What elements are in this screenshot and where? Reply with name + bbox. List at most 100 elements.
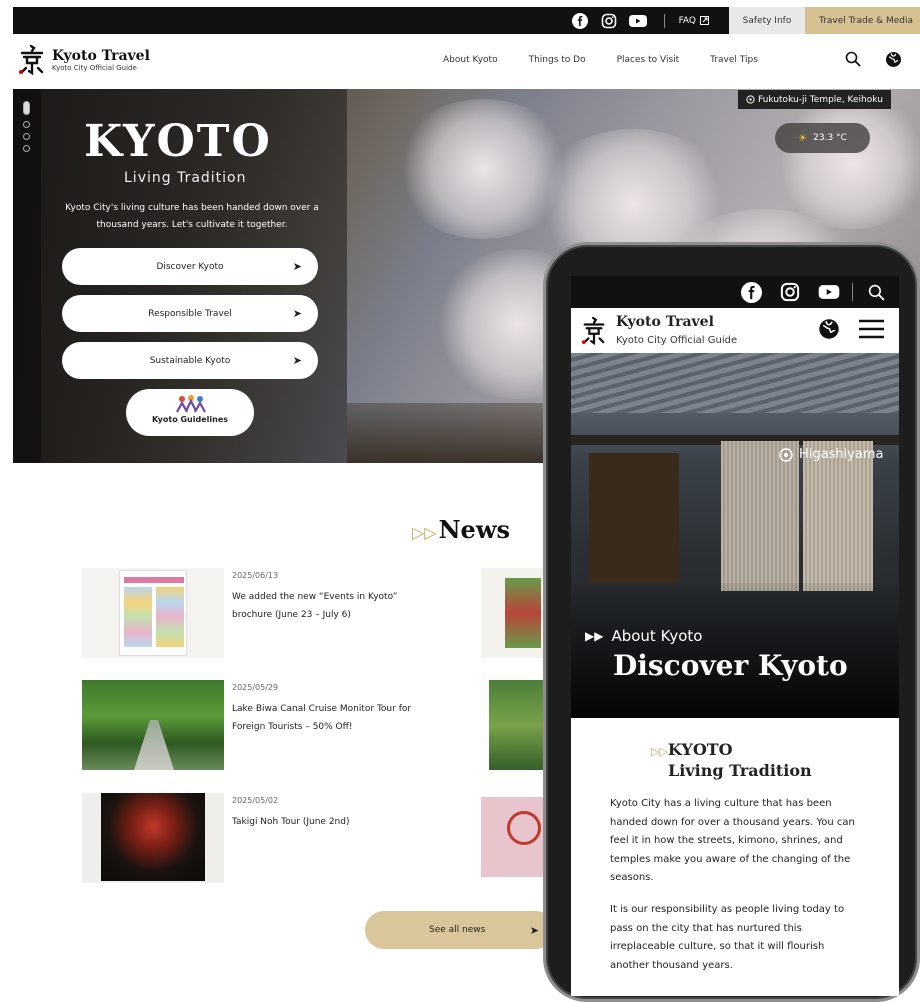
about-label: About Kyoto [611,627,703,645]
phone-site-subtitle: Kyoto City Official Guide [616,335,738,346]
hero-intro: Kyoto City's living culture has been han… [65,203,319,230]
sun-icon: ☀ [798,132,808,144]
news-title-link[interactable]: We added the new “Events in Kyoto” broch… [232,588,432,624]
facebook-icon[interactable] [740,281,762,303]
double-arrow-icon: ▶▶ [585,629,604,643]
hero-location-badge: Fukutoku-ji Temple, Keihoku [738,90,891,109]
guidelines-label: Kyoto Guidelines [151,415,229,424]
blossom-cluster [773,99,920,229]
main-nav: About Kyoto Things to Do Places to Visit… [443,34,789,86]
heading-marker-icon: ▷▷ [651,745,668,758]
phone-section-subtitle: Living Tradition [668,761,812,780]
location-pin-icon [746,95,755,104]
slide-dot[interactable] [23,121,30,128]
site-header: Kyoto Travel Kyoto City Official Guide A… [13,34,920,86]
sustainable-kyoto-button[interactable]: Sustainable Kyoto ➤ [62,342,318,379]
hero-slide-indicator [13,89,41,463]
see-all-label: See all news [429,925,486,935]
phone-hero-image: Higashiyama ▶▶ About Kyoto Discover Kyot… [571,353,899,718]
facebook-icon[interactable] [571,12,589,30]
search-icon[interactable] [842,48,864,70]
news-image [505,578,541,648]
button-label: Discover Kyoto [156,261,224,272]
nav-about-kyoto[interactable]: About Kyoto [443,55,498,65]
youtube-icon[interactable] [628,12,647,30]
arrow-right-icon: ➤ [292,307,302,320]
news-heading-label: News [438,515,510,544]
news-thumbnail[interactable] [481,568,551,658]
kyoto-logo-mark-icon[interactable] [581,316,607,346]
roof-tiles [571,353,899,413]
news-date: 2025/05/29 [232,683,279,692]
nav-travel-tips[interactable]: Travel Tips [710,55,758,65]
button-label: Sustainable Kyoto [149,355,231,366]
noh-poster-image [101,793,205,881]
youtube-icon[interactable] [818,281,840,303]
weather-badge: ☀ 23.3 °C [775,123,870,153]
people-icon [176,395,206,413]
responsible-travel-button[interactable]: Responsible Travel ➤ [62,295,318,332]
noren-curtain [803,441,873,591]
wooden-doorway [589,453,679,583]
page: FAQ Safety Info Travel Trade & Media Kyo… [0,0,920,1002]
heading-marker-icon: ▷▷ [412,523,437,542]
news-thumbnail[interactable] [82,680,224,770]
external-link-icon [700,16,709,25]
nav-places-to-visit[interactable]: Places to Visit [617,55,680,65]
news-heading: ▷▷News [412,515,510,544]
search-icon[interactable] [865,281,887,303]
arrow-right-icon: ➤ [292,260,302,273]
arrow-right-icon: ➤ [529,923,539,937]
nav-things-to-do[interactable]: Things to Do [529,55,586,65]
brochure-image [119,570,187,656]
news-title-link[interactable]: Takigi Noh Tour (June 2nd) [232,813,432,831]
section-title-kyoto: KYOTO [667,740,733,759]
kyoto-guidelines-button[interactable]: Kyoto Guidelines [126,389,254,436]
phone-site-title[interactable]: Kyoto Travel [616,314,714,330]
news-thumbnail[interactable] [489,680,551,770]
discover-kyoto-button[interactable]: Discover Kyoto ➤ [62,248,318,285]
discover-kyoto-title: Discover Kyoto [613,649,848,682]
topbar-divider [852,283,853,301]
phone-location-label: Higashiyama [799,447,884,462]
hamburger-menu-icon[interactable] [858,319,885,339]
temperature-label: 23.3 °C [813,133,847,143]
kyoto-logo-mark-icon [19,44,44,76]
phone-top-bar [571,276,899,308]
location-pin-icon [779,447,793,462]
location-label: Fukutoku-ji Temple, Keihoku [758,94,883,105]
phone-location-badge: Higashiyama [779,447,884,462]
instagram-icon[interactable] [779,281,801,303]
phone-paragraph-2: It is our responsibility as people livin… [610,904,845,971]
site-logo[interactable]: Kyoto Travel Kyoto City Official Guide [18,44,150,76]
language-globe-icon[interactable] [882,48,904,70]
hero-subtitle: Living Tradition [124,170,247,186]
canal-image [134,720,174,770]
top-utility-bar: FAQ Safety Info Travel Trade & Media [13,7,920,34]
phone-intro-section: ▷▷KYOTO Living Tradition Kyoto City has … [571,718,899,996]
see-all-news-button[interactable]: See all news ➤ [365,911,555,949]
topbar-divider [663,13,665,28]
news-title-link[interactable]: Lake Biwa Canal Cruise Monitor Tour for … [232,700,442,736]
news-thumbnail[interactable] [82,568,224,658]
language-globe-icon[interactable] [818,318,840,340]
hero-ground [347,403,547,463]
slide-dot[interactable] [23,133,30,140]
faq-link[interactable]: FAQ [679,16,709,26]
slide-dot[interactable] [23,145,30,152]
noren-curtain [721,441,799,591]
news-thumbnail[interactable] [481,797,551,877]
arrow-right-icon: ➤ [292,354,302,367]
instagram-icon[interactable] [600,12,618,30]
pause-icon[interactable] [23,101,30,115]
hero-title: KYOTO [84,116,272,167]
prohibition-icon [507,811,541,845]
phone-screen: Kyoto Travel Kyoto City Official Guide H… [571,276,899,996]
news-thumbnail[interactable] [82,793,224,883]
travel-trade-media-link[interactable]: Travel Trade & Media [805,7,920,34]
phone-paragraph-1: Kyoto City has a living culture that has… [610,798,855,883]
site-subtitle: Kyoto City Official Guide [52,63,137,72]
about-kyoto-link[interactable]: ▶▶ About Kyoto [585,627,702,645]
phone-section-title: ▷▷KYOTO [651,740,733,759]
safety-info-link[interactable]: Safety Info [729,7,805,34]
